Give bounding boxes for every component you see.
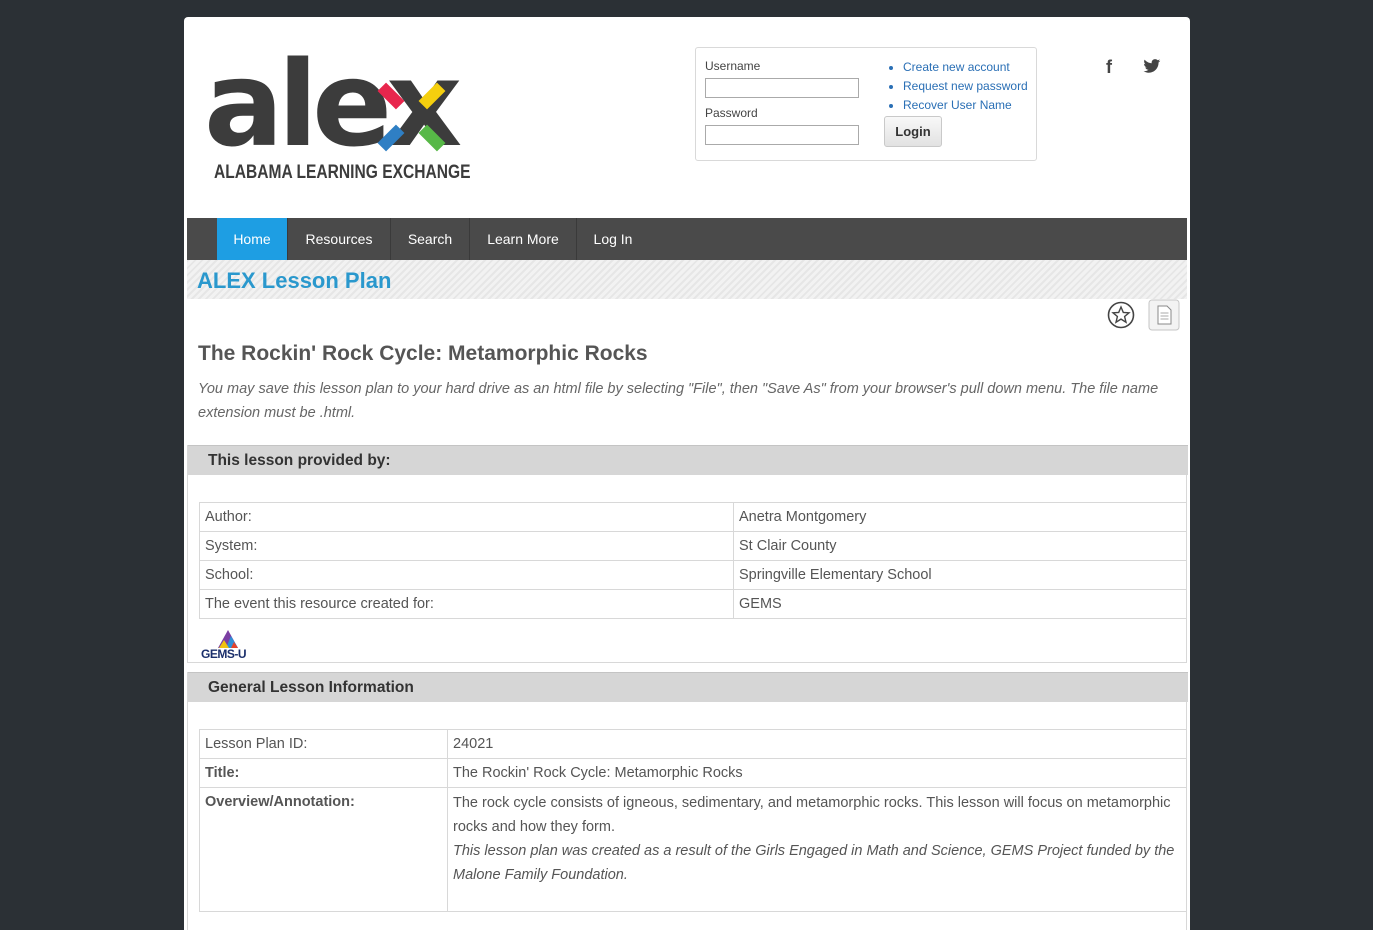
- save-note: You may save this lesson plan to your ha…: [198, 381, 1159, 421]
- row-label: School:: [199, 560, 734, 590]
- provided-by-section: This lesson provided by: Author: Anetra …: [187, 445, 1188, 663]
- login-button[interactable]: Login: [884, 116, 942, 147]
- row-label: Overview/Annotation:: [199, 787, 448, 912]
- password-label: Password: [705, 106, 758, 120]
- row-value: The Rockin' Rock Cycle: Metamorphic Rock…: [447, 758, 1187, 788]
- main-nav: Home Resources Search Learn More Log In: [187, 218, 1187, 260]
- general-info-section: General Lesson Information Lesson Plan I…: [187, 672, 1188, 930]
- logo-x-icon: [377, 82, 446, 152]
- row-value: The rock cycle consists of igneous, sedi…: [447, 787, 1187, 912]
- nav-resources[interactable]: Resources: [288, 218, 391, 260]
- table-row: The event this resource created for: GEM…: [199, 589, 1187, 619]
- username-label: Username: [705, 59, 761, 73]
- recover-username-link[interactable]: Recover User Name: [903, 98, 1012, 112]
- row-label: Title:: [199, 758, 448, 788]
- gems-u-logo: GEMS-U: [200, 628, 262, 662]
- row-label: Lesson Plan ID:: [199, 729, 448, 759]
- row-label: System:: [199, 531, 734, 561]
- create-account-link[interactable]: Create new account: [903, 60, 1010, 74]
- logo-subtitle: ALABAMA LEARNING EXCHANGE: [214, 162, 471, 183]
- title-band: ALEX Lesson Plan: [187, 260, 1187, 299]
- table-row: Title: The Rockin' Rock Cycle: Metamorph…: [199, 758, 1187, 788]
- general-info-header: General Lesson Information: [188, 672, 1188, 702]
- nav-search[interactable]: Search: [391, 218, 470, 260]
- account-links: Create new account Request new password …: [886, 58, 1028, 115]
- general-info-table: Lesson Plan ID: 24021 Title: The Rockin'…: [199, 729, 1187, 912]
- lesson-title: The Rockin' Rock Cycle: Metamorphic Rock…: [198, 342, 648, 365]
- favorite-star-icon[interactable]: [1107, 301, 1135, 329]
- login-panel: Username Password Create new account Req…: [695, 47, 1037, 161]
- provided-by-table: Author: Anetra Montgomery System: St Cla…: [199, 502, 1187, 619]
- row-value: Anetra Montgomery: [733, 502, 1187, 532]
- request-password-link[interactable]: Request new password: [903, 79, 1028, 93]
- page-container: alex ALABAMA LEARNING EXCHANGE Username …: [184, 17, 1190, 930]
- table-row: Overview/Annotation: The rock cycle cons…: [199, 787, 1187, 912]
- nav-home[interactable]: Home: [217, 218, 288, 260]
- nav-log-in[interactable]: Log In: [577, 218, 649, 260]
- row-value: 24021: [447, 729, 1187, 759]
- row-value: Springville Elementary School: [733, 560, 1187, 590]
- overview-note: This lesson plan was created as a result…: [453, 843, 1175, 883]
- twitter-icon[interactable]: [1143, 59, 1161, 74]
- row-value: St Clair County: [733, 531, 1187, 561]
- provided-by-heading: This lesson provided by:: [208, 452, 391, 469]
- row-label: Author:: [199, 502, 734, 532]
- recover-username-item: Recover User Name: [903, 96, 1028, 115]
- row-label: The event this resource created for:: [199, 589, 734, 619]
- create-account-item: Create new account: [903, 58, 1028, 77]
- row-value: GEMS: [733, 589, 1187, 619]
- alex-logo[interactable]: alex ALABAMA LEARNING EXCHANGE: [204, 45, 470, 195]
- table-row: School: Springville Elementary School: [199, 560, 1187, 590]
- band-title: ALEX Lesson Plan: [197, 268, 392, 293]
- gems-u-logo-text: GEMS-U: [201, 647, 247, 661]
- document-icon[interactable]: [1148, 299, 1180, 331]
- overview-text: The rock cycle consists of igneous, sedi…: [453, 795, 1171, 835]
- table-row: System: St Clair County: [199, 531, 1187, 561]
- request-password-item: Request new password: [903, 77, 1028, 96]
- general-info-heading: General Lesson Information: [208, 679, 414, 696]
- username-input[interactable]: [705, 78, 859, 98]
- password-input[interactable]: [705, 125, 859, 145]
- facebook-icon[interactable]: f: [1106, 57, 1112, 78]
- table-row: Lesson Plan ID: 24021: [199, 729, 1187, 759]
- nav-learn-more[interactable]: Learn More: [470, 218, 577, 260]
- table-row: Author: Anetra Montgomery: [199, 502, 1187, 532]
- provided-by-header: This lesson provided by:: [188, 445, 1188, 475]
